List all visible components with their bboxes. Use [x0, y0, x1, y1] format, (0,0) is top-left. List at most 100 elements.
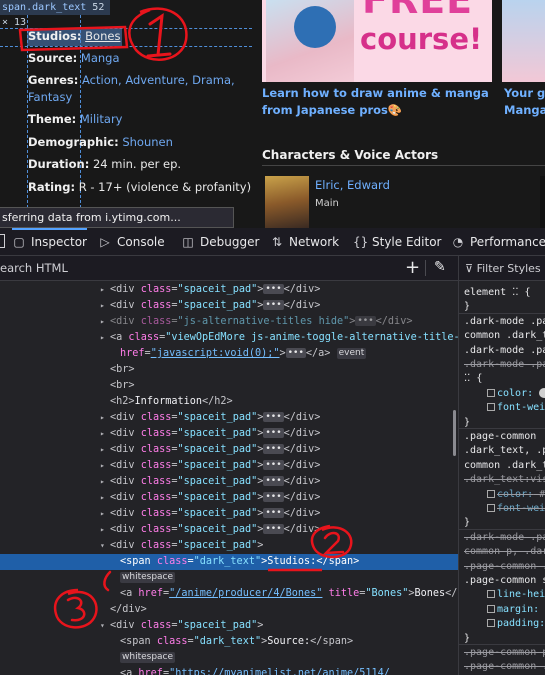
markup-node[interactable]: href="javascript:void(0);"> ••• </a> event [0, 346, 458, 362]
declaration-checkbox[interactable] [487, 604, 495, 613]
collapsed-children-badge[interactable]: ••• [263, 412, 284, 422]
declaration-checkbox[interactable] [487, 403, 495, 412]
expand-toggle-icon[interactable]: ▸ [100, 298, 110, 314]
css-selector[interactable]: .page-common [464, 430, 536, 444]
source-link[interactable]: Manga [81, 51, 120, 65]
markup-node[interactable]: ▸ <div class="spaceit_pad"> ••• </div> [0, 490, 458, 506]
expand-toggle-icon[interactable]: ▸ [100, 490, 110, 506]
expand-toggle-icon[interactable]: ▸ [100, 474, 110, 490]
collapsed-children-badge[interactable]: ••• [263, 460, 284, 470]
character-thumbnail[interactable] [265, 176, 309, 228]
declaration-checkbox[interactable] [487, 504, 495, 512]
css-selector[interactable]: .page-common . [464, 560, 545, 574]
css-declaration[interactable]: margin: ▸ [487, 603, 545, 617]
collapsed-children-badge[interactable]: ••• [263, 428, 284, 438]
markup-node[interactable]: <span class="dark_text">Source:</span> [0, 634, 458, 650]
css-selector[interactable]: .dark_text:vis [464, 473, 545, 487]
css-selector[interactable]: element ⁚⁚ { [464, 286, 531, 300]
genres-links[interactable]: Action, Adventure, Drama, [82, 73, 235, 87]
expand-toggle-icon[interactable]: ▸ [100, 442, 110, 458]
declaration-checkbox[interactable] [487, 489, 495, 498]
search-html-input[interactable]: earch HTML [0, 261, 68, 275]
markup-node[interactable]: ▸ <div class="spaceit_pad"> ••• </div> [0, 458, 458, 474]
css-selector[interactable]: .dark-mode .pa [464, 531, 545, 545]
markup-node[interactable]: ▸ <div class="spaceit_pad"> ••• </div> [0, 442, 458, 458]
markup-node[interactable]: whitespace [0, 570, 458, 586]
declaration-checkbox[interactable] [487, 388, 495, 397]
demographic-link[interactable]: Shounen [122, 135, 173, 149]
markup-node[interactable]: ▸ <div class="js-alternative-titles hide"… [0, 314, 458, 330]
css-selector[interactable]: common .dark_t [464, 459, 545, 473]
css-selector[interactable]: .dark-mode .pa [464, 315, 545, 329]
genre-link-fantasy[interactable]: Fantasy [28, 90, 72, 104]
filter-styles-input[interactable]: ⊽ Filter Styles [459, 256, 545, 281]
promo-title-link-2[interactable]: Your g Manga [504, 85, 545, 119]
markup-node[interactable]: ▾ <div class="spaceit_pad"> [0, 618, 458, 634]
css-selector[interactable]: .page-common p [464, 646, 545, 660]
css-selector[interactable]: .page-common . [464, 660, 545, 674]
promo-title-link[interactable]: Learn how to draw anime & manga from Jap… [262, 85, 498, 119]
character-name-link[interactable]: Elric, Edward [315, 178, 390, 192]
markup-node-selected[interactable]: <span class="dark_text">Studios:</span> [0, 554, 458, 570]
promo-image-2[interactable] [502, 0, 545, 82]
collapsed-children-badge[interactable]: ••• [263, 476, 284, 486]
markup-node[interactable]: ▾ <div class="spaceit_pad"> [0, 538, 458, 554]
expand-toggle-icon[interactable]: ▾ [100, 538, 110, 554]
declaration-checkbox[interactable] [487, 619, 495, 628]
markup-node[interactable]: </div> [0, 602, 458, 618]
collapsed-children-badge[interactable]: ••• [263, 444, 284, 454]
css-declaration[interactable]: font-weig [487, 502, 545, 516]
css-selector[interactable]: .dark_text, .p [464, 444, 545, 458]
markup-node[interactable]: <h2>Information</h2> [0, 394, 458, 410]
markup-node[interactable]: whitespace [0, 650, 458, 666]
css-selector[interactable]: common .dark_t [464, 329, 545, 343]
tab-style-editor[interactable]: {} Style Editor [353, 228, 441, 256]
expand-toggle-icon[interactable]: ▾ [100, 618, 110, 634]
expand-toggle-icon[interactable]: ▸ [100, 410, 110, 426]
collapsed-children-badge[interactable]: ••• [263, 508, 284, 518]
css-selector[interactable]: .dark-mode .pa [464, 344, 545, 358]
markup-node[interactable]: ▸ <div class="spaceit_pad"> ••• </div> [0, 426, 458, 442]
declaration-checkbox[interactable] [487, 590, 495, 599]
markup-node[interactable]: <a href="/anime/producer/4/Bones" title=… [0, 586, 458, 602]
markup-node[interactable]: ▸ <div class="spaceit_pad"> ••• </div> [0, 506, 458, 522]
tab-inspector[interactable]: ▢ Inspector [12, 228, 87, 256]
expand-toggle-icon[interactable]: ▸ [100, 282, 110, 298]
css-selector[interactable]: ⁚⁚ { [464, 372, 482, 386]
expand-toggle-icon[interactable]: ▸ [100, 314, 110, 330]
markup-node[interactable]: ▸ <a class="viewOpEdMore js-anime-toggle-… [0, 330, 458, 346]
expand-toggle-icon[interactable]: ▸ [100, 426, 110, 442]
markup-node[interactable]: ▸ <div class="spaceit_pad"> ••• </div> [0, 410, 458, 426]
collapsed-children-badge[interactable]: ••• [263, 492, 284, 502]
studio-link[interactable]: Bones [85, 29, 120, 43]
css-declaration[interactable]: padding: ▸ [487, 617, 545, 631]
css-declaration[interactable]: line-heig [487, 588, 545, 602]
collapsed-children-badge[interactable]: ••• [263, 300, 284, 310]
css-declaration[interactable]: color: #4 [487, 488, 545, 502]
markup-node[interactable]: ▸ <div class="spaceit_pad"> ••• </div> [0, 522, 458, 538]
tree-scrollbar[interactable] [453, 410, 456, 456]
promo-image[interactable]: FREE course! [262, 0, 492, 82]
css-declaration[interactable]: color: [487, 387, 545, 401]
collapsed-children-badge[interactable]: ••• [263, 524, 284, 534]
tab-debugger[interactable]: ◫ Debugger [181, 228, 259, 256]
expand-toggle-icon[interactable]: ▸ [100, 522, 110, 538]
color-swatch-icon[interactable] [539, 387, 545, 398]
markup-node[interactable]: <a href="https://myanimelist.net/anime/5… [0, 666, 458, 675]
markup-node[interactable]: ▸ <div class="spaceit_pad"> ••• </div> [0, 298, 458, 314]
eyedropper-icon[interactable]: ✎ [434, 259, 446, 275]
tab-performance[interactable]: ◔ Performance [451, 228, 545, 256]
collapsed-children-badge[interactable]: ••• [263, 284, 284, 294]
markup-node[interactable]: ▸ <div class="spaceit_pad"> ••• </div> [0, 474, 458, 490]
theme-link[interactable]: Military [80, 112, 123, 126]
markup-node[interactable]: <br> [0, 362, 458, 378]
tab-console[interactable]: ▷ Console [98, 228, 164, 256]
add-node-icon[interactable]: + [405, 257, 420, 278]
expand-toggle-icon[interactable]: ▸ [100, 458, 110, 474]
css-selector[interactable]: .page-common s [464, 574, 545, 588]
expand-toggle-icon[interactable]: ▸ [100, 506, 110, 522]
collapsed-children-badge[interactable]: ••• [355, 316, 376, 326]
element-picker-icon[interactable] [0, 234, 5, 248]
css-declaration[interactable]: font-weig [487, 401, 545, 415]
collapsed-children-badge[interactable]: ••• [285, 348, 306, 358]
